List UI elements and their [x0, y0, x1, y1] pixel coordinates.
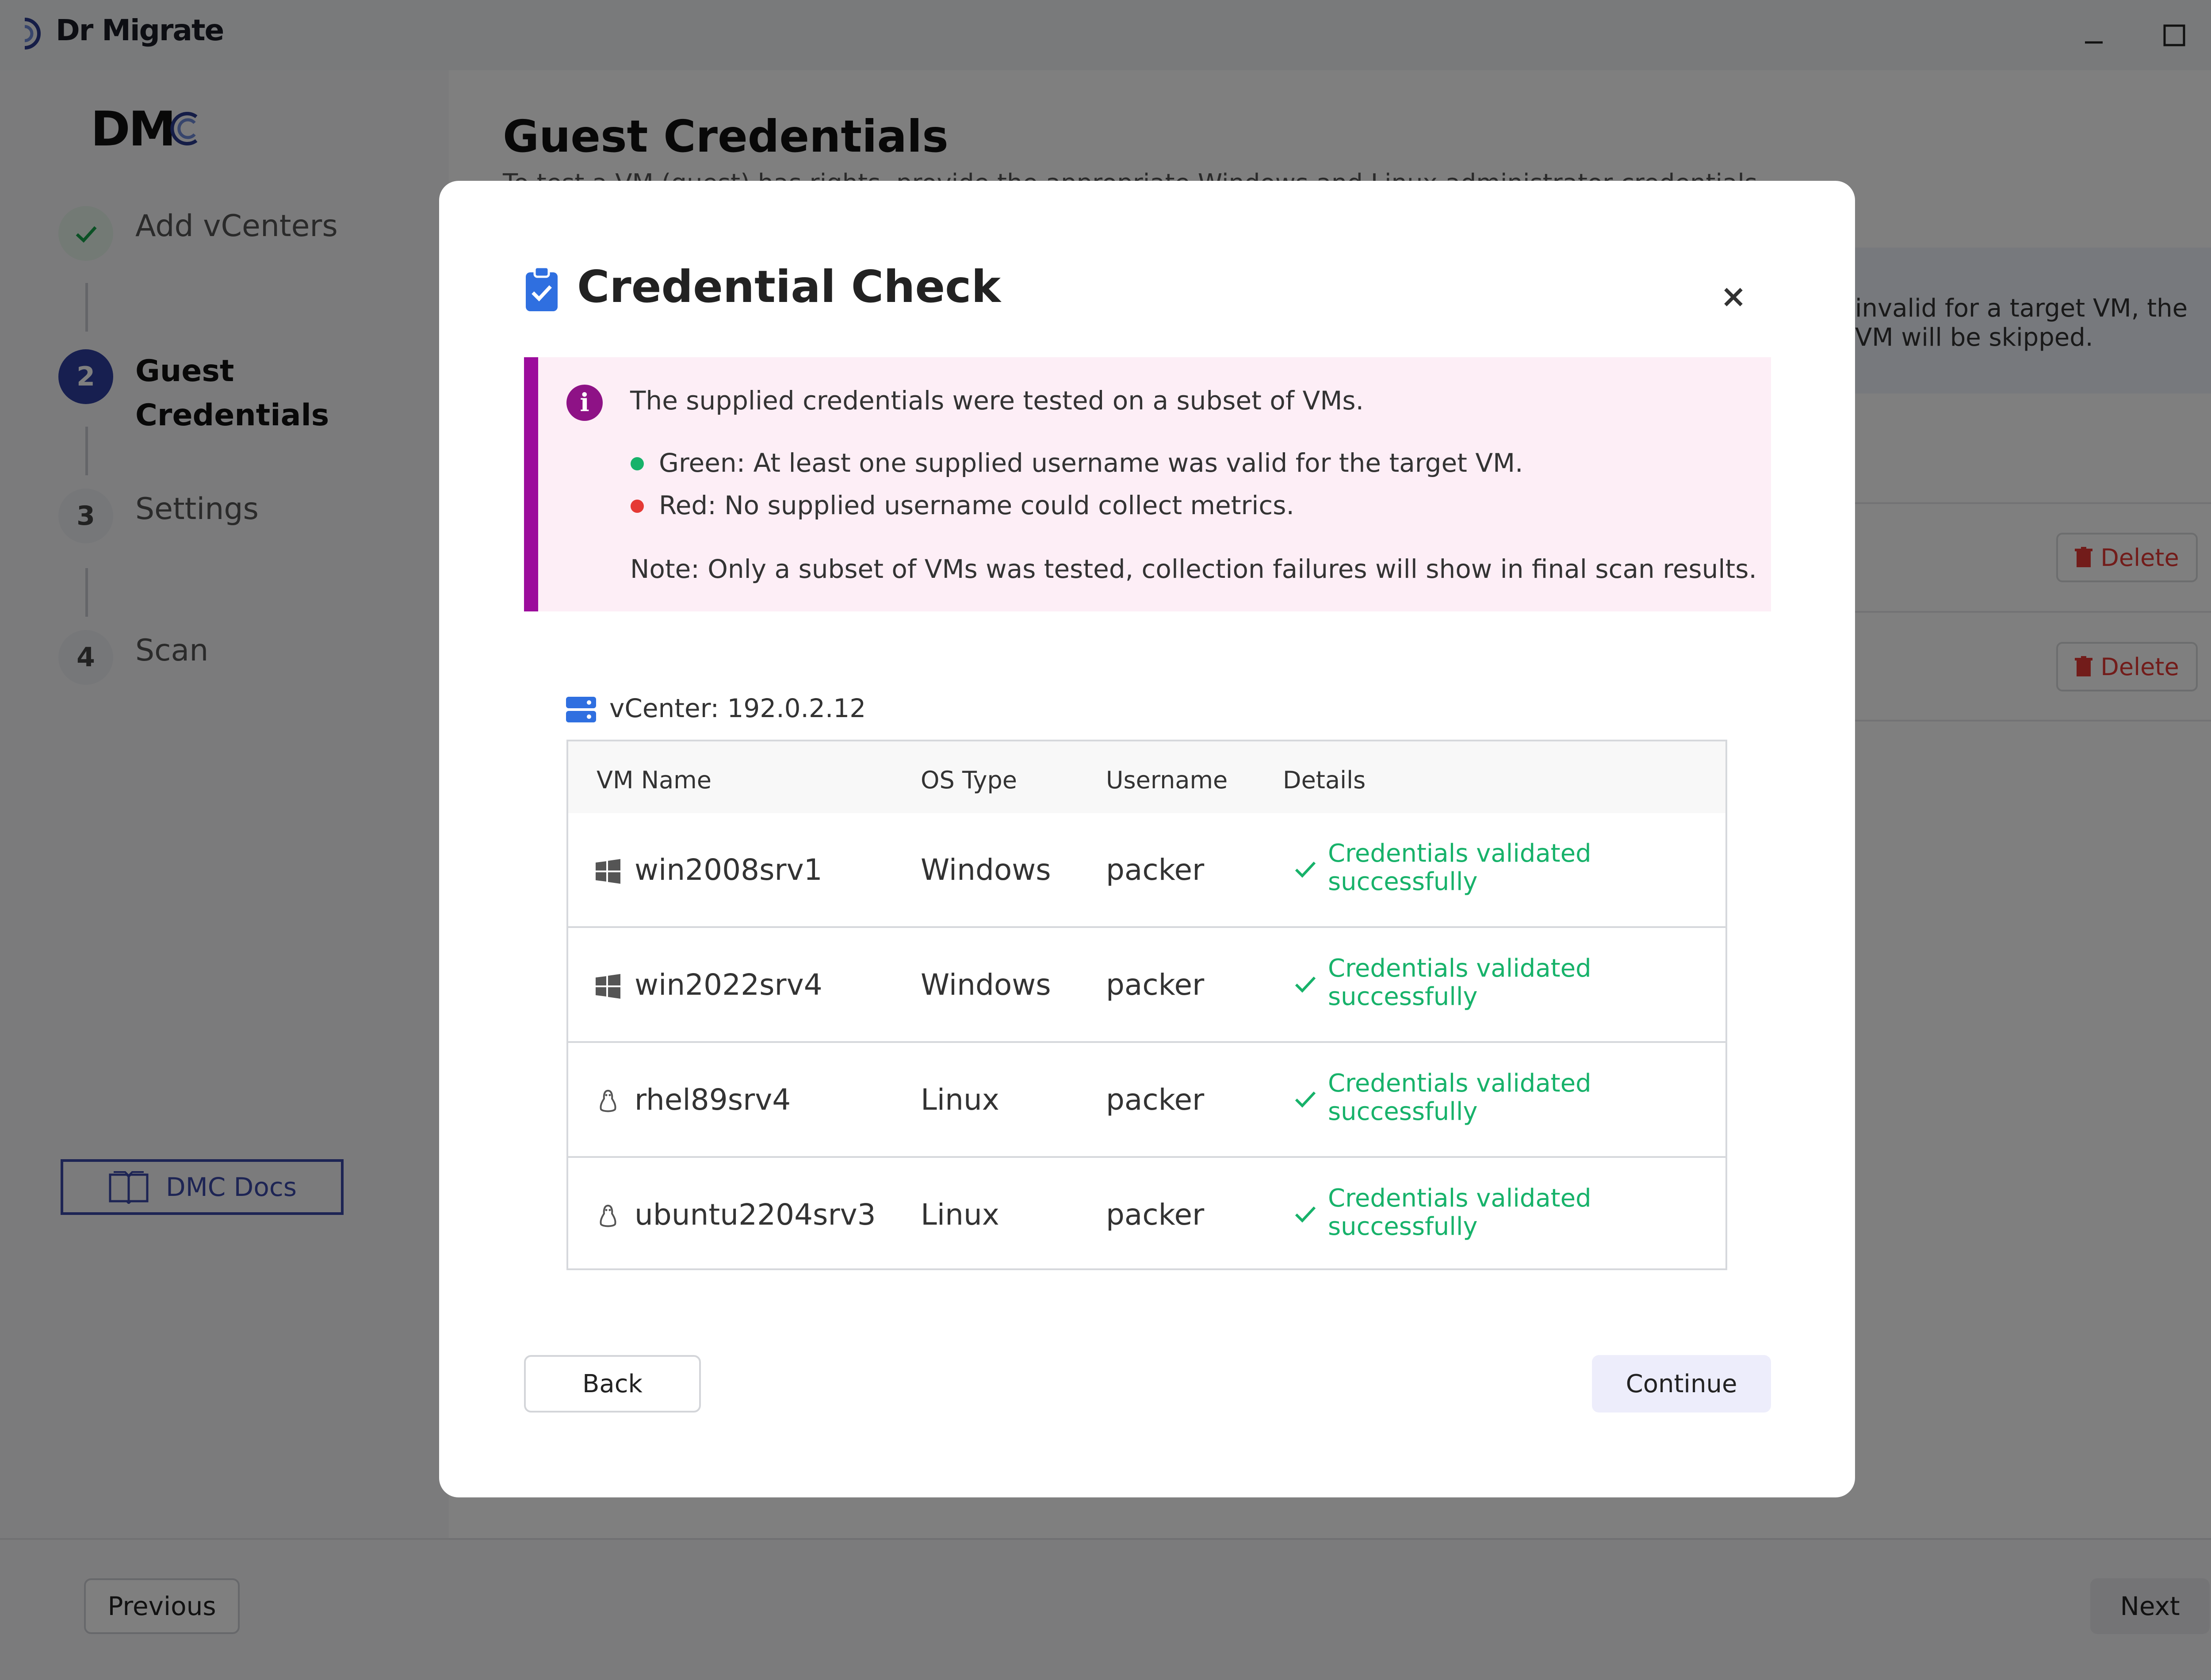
dialog-title: Credential Check: [577, 261, 1001, 313]
table-row[interactable]: rhel89srv4 Linux packer Credentials vali…: [568, 1041, 1725, 1156]
detail-line2: successfully: [1328, 867, 1478, 896]
alert-green-legend: Green: At least one supplied username wa…: [659, 448, 1523, 478]
linux-penguin-icon: [600, 1204, 616, 1227]
clipboard-check-icon: [526, 266, 558, 311]
vm-name: win2022srv4: [635, 968, 822, 1002]
success-check-icon: [1295, 1206, 1316, 1223]
detail-status: Credentials validated successfully: [1328, 955, 1591, 1011]
vm-name: ubuntu2204srv3: [635, 1198, 876, 1232]
back-button[interactable]: Back: [524, 1355, 701, 1413]
dialog-close-button[interactable]: [1716, 279, 1751, 315]
table-row[interactable]: win2022srv4 Windows packer Credentials v…: [568, 926, 1725, 1041]
table-row[interactable]: win2008srv1 Windows packer Credentials v…: [568, 813, 1725, 928]
detail-line1: Credentials validated: [1328, 954, 1591, 983]
column-header-os-type[interactable]: OS Type: [921, 766, 1017, 794]
linux-penguin-icon: [600, 1089, 616, 1112]
column-header-vm-name[interactable]: VM Name: [597, 766, 711, 794]
detail-line2: successfully: [1328, 1097, 1478, 1126]
os-type: Windows: [921, 853, 1051, 887]
success-check-icon: [1295, 1091, 1316, 1108]
success-check-icon: [1295, 861, 1316, 878]
windows-icon: [596, 859, 620, 884]
success-check-icon: [1295, 976, 1316, 993]
detail-line1: Credentials validated: [1328, 839, 1591, 868]
os-type: Linux: [921, 1198, 999, 1232]
alert-summary: The supplied credentials were tested on …: [630, 386, 1364, 416]
column-header-username[interactable]: Username: [1106, 766, 1228, 794]
os-type: Windows: [921, 968, 1051, 1002]
alert-red-legend: Red: No supplied username could collect …: [659, 490, 1294, 520]
info-icon: i: [566, 385, 603, 421]
detail-status: Credentials validated successfully: [1328, 1069, 1591, 1126]
username: packer: [1106, 1198, 1205, 1232]
username: packer: [1106, 1083, 1205, 1117]
vm-credentials-table: VM Name OS Type Username Details win2008…: [566, 740, 1727, 1270]
vm-name: rhel89srv4: [635, 1083, 791, 1117]
vcenter-label: vCenter: 192.0.2.12: [609, 693, 866, 723]
detail-line1: Credentials validated: [1328, 1069, 1591, 1098]
red-dot-icon: [631, 500, 644, 513]
table-header: VM Name OS Type Username Details: [568, 741, 1725, 813]
username: packer: [1106, 968, 1205, 1002]
server-icon: [566, 697, 596, 722]
os-type: Linux: [921, 1083, 999, 1117]
alert-note: Note: Only a subset of VMs was tested, c…: [630, 554, 1757, 584]
column-header-details[interactable]: Details: [1283, 766, 1366, 794]
table-row[interactable]: ubuntu2204srv3 Linux packer Credentials …: [568, 1156, 1725, 1271]
detail-line1: Credentials validated: [1328, 1184, 1591, 1213]
username: packer: [1106, 853, 1205, 887]
vm-name: win2008srv1: [635, 853, 822, 887]
detail-line2: successfully: [1328, 1212, 1478, 1241]
close-icon: [1724, 288, 1743, 306]
detail-status: Credentials validated successfully: [1328, 840, 1591, 896]
continue-button[interactable]: Continue: [1592, 1355, 1771, 1413]
detail-status: Credentials validated successfully: [1328, 1184, 1591, 1241]
detail-line2: successfully: [1328, 982, 1478, 1011]
windows-icon: [596, 974, 620, 999]
green-dot-icon: [631, 457, 644, 470]
app-window: Dr Migrate DM Add vCenters 2 Guest Crede…: [0, 0, 2211, 1680]
